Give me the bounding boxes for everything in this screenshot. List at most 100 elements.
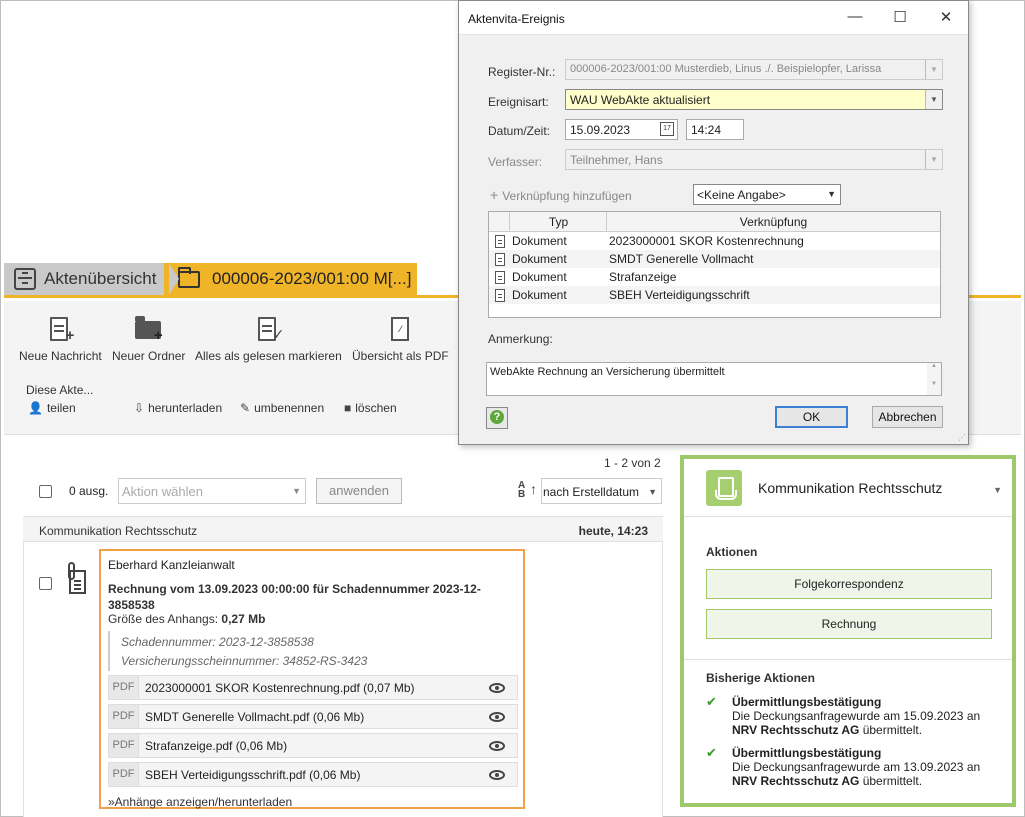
table-row[interactable]: Dokument SBEH Verteidigungsschrift [489, 286, 940, 304]
ereignisart-select[interactable]: WAU WebAkte aktualisiert ▼ [565, 89, 943, 110]
chevron-down-icon[interactable]: ▼ [925, 90, 942, 109]
action-select[interactable]: Aktion wählen ▼ [118, 478, 306, 504]
minimize-icon[interactable]: — [845, 8, 865, 25]
download-label: herunterladen [148, 401, 223, 415]
history-item-org: NRV Rechtsschutz AG [732, 774, 860, 788]
history-item-suffix: übermittelt. [859, 723, 923, 737]
overview-pdf-button[interactable]: ⁄ Übersicht als PDF [352, 315, 449, 363]
column-header-verknuepfung[interactable]: Verknüpfung [607, 215, 940, 229]
eye-icon[interactable] [489, 769, 505, 780]
eye-icon[interactable] [489, 740, 505, 751]
document-icon [495, 271, 505, 284]
history-title: Bisherige Aktionen [706, 671, 815, 685]
mark-read-icon: ✓ [254, 315, 284, 343]
message-checkbox[interactable] [39, 577, 52, 590]
link-type-select[interactable]: <Keine Angabe> ▼ [693, 184, 841, 205]
resize-grip-icon[interactable]: ⋰ [958, 434, 966, 442]
history-item-line: Die Deckungsanfragewurde am 15.09.2023 a… [732, 709, 981, 723]
message-card[interactable]: Eberhard Kanzleianwalt Rechnung vom 13.0… [99, 549, 525, 809]
history-item-line: Die Deckungsanfragewurde am 13.09.2023 a… [732, 760, 981, 774]
table-row[interactable]: Dokument 2023000001 SKOR Kostenrechnung [489, 232, 940, 250]
add-link-label: Verknüpfung hinzufügen [502, 189, 632, 203]
attachment-row[interactable]: PDF 2023000001 SKOR Kostenrechnung.pdf (… [108, 675, 518, 700]
row-typ: Dokument [512, 234, 567, 248]
quote-line: Schadennummer: 2023-12-3858538 [121, 635, 314, 649]
breadcrumb-home[interactable]: Aktenübersicht [4, 263, 169, 295]
group-time: heute, 14:23 [578, 524, 648, 538]
cancel-button[interactable]: Abbrechen [872, 406, 943, 428]
sort-az-icon: AB [518, 480, 526, 500]
register-value: 000006-2023/001:00 Musterdieb, Linus ./.… [570, 63, 882, 75]
dialog-titlebar[interactable]: Aktenvita-Ereignis — ☐ ✕ [459, 1, 968, 34]
dialog-title: Aktenvita-Ereignis [468, 12, 565, 26]
rename-button[interactable]: ✎ umbenennen [240, 401, 324, 415]
breadcrumb-current-akte[interactable]: 000006-2023/001:00 M[...] [164, 263, 417, 295]
delete-label: löschen [355, 401, 397, 415]
document-icon [495, 253, 505, 266]
selected-count: 0 ausg. [69, 484, 109, 498]
chevron-down-icon[interactable]: ▼ [993, 485, 1002, 495]
maximize-icon[interactable]: ☐ [890, 8, 910, 26]
ok-button[interactable]: OK [775, 406, 848, 428]
date-value: 15.09.2023 [570, 123, 631, 137]
register-label: Register-Nr.: [488, 65, 556, 79]
delete-button[interactable]: ■ löschen [344, 401, 397, 415]
date-input[interactable]: 15.09.2023 17 [565, 119, 678, 140]
akte-actions-label: Diese Akte... [26, 383, 94, 397]
chevron-down-icon: ▼ [292, 486, 301, 496]
history-item: ✔ Übermittlungsbestätigung Die Deckungsa… [706, 745, 996, 789]
chevron-down-icon: ▼ [925, 150, 942, 169]
document-icon [495, 289, 505, 302]
row-verknuepfung: 2023000001 SKOR Kostenrechnung [609, 234, 804, 248]
download-icon: ⇩ [134, 401, 145, 415]
new-folder-icon: + [134, 315, 163, 343]
show-attachments-link[interactable]: »Anhänge anzeigen/herunterladen [108, 795, 292, 809]
row-verknuepfung: Strafanzeige [609, 270, 677, 284]
history-item-suffix: übermittelt. [859, 774, 923, 788]
new-folder-button[interactable]: + Neuer Ordner [112, 315, 185, 363]
time-input[interactable]: 14:24 [686, 119, 744, 140]
ereignisart-label: Ereignisart: [488, 95, 549, 109]
sort-select[interactable]: nach Erstelldatum ▼ [541, 478, 662, 504]
new-message-icon: + [46, 315, 74, 343]
history-item-title: Übermittlungsbestätigung [732, 695, 882, 709]
table-row[interactable]: Dokument SMDT Generelle Vollmacht [489, 250, 940, 268]
help-button[interactable] [486, 407, 508, 429]
invoice-button[interactable]: Rechnung [706, 609, 992, 639]
download-button[interactable]: ⇩ herunterladen [134, 401, 222, 415]
select-all-checkbox[interactable] [39, 484, 52, 498]
attachment-row[interactable]: PDF SMDT Generelle Vollmacht.pdf (0,06 M… [108, 704, 518, 729]
panel-header[interactable]: Kommunikation Rechtsschutz ▼ [684, 459, 1012, 517]
message-group-header: Kommunikation Rechtsschutz heute, 14:23 [23, 516, 663, 542]
scrollbar[interactable]: ▲ ▼ [927, 363, 941, 395]
right-panel: Kommunikation Rechtsschutz ▼ Aktionen Fo… [680, 455, 1016, 807]
followup-correspondence-button[interactable]: Folgekorrespondenz [706, 569, 992, 599]
mark-all-read-button[interactable]: ✓ Alles als gelesen markieren [195, 315, 342, 363]
link-type-value: <Keine Angabe> [697, 188, 786, 202]
anmerkung-label: Anmerkung: [488, 332, 553, 346]
check-icon: ✔ [706, 745, 717, 760]
apply-button[interactable]: anwenden [316, 478, 402, 504]
attachment-row[interactable]: PDF Strafanzeige.pdf (0,06 Mb) [108, 733, 518, 758]
chevron-down-icon[interactable]: ▼ [827, 189, 836, 199]
eye-icon[interactable] [489, 682, 505, 693]
close-icon[interactable]: ✕ [936, 8, 956, 26]
new-message-button[interactable]: + Neue Nachricht [19, 315, 102, 363]
sort-arrow-icon: ↑ [530, 481, 537, 497]
calendar-icon[interactable]: 17 [660, 122, 674, 136]
column-header-typ[interactable]: Typ [510, 215, 607, 229]
attachment-size-label: Größe des Anhangs: [108, 612, 222, 626]
dialog-body: Register-Nr.: 000006-2023/001:00 Musterd… [459, 34, 968, 444]
links-table-header: Typ Verknüpfung [489, 212, 940, 232]
message-quote: Schadennummer: 2023-12-3858538 Versicher… [108, 631, 508, 671]
breadcrumb-akte-label: 000006-2023/001:00 M[...] [212, 269, 412, 288]
attachment-name: 2023000001 SKOR Kostenrechnung.pdf (0,07… [145, 680, 415, 695]
new-message-label: Neue Nachricht [19, 349, 102, 363]
eye-icon[interactable] [489, 711, 505, 722]
selection-row: 0 ausg. [39, 478, 108, 504]
anmerkung-textarea[interactable]: WebAkte Rechnung an Versicherung übermit… [486, 362, 942, 396]
attachment-row[interactable]: PDF SBEH Verteidigungsschrift.pdf (0,06 … [108, 762, 518, 787]
attachment-name: Strafanzeige.pdf (0,06 Mb) [145, 738, 288, 753]
table-row[interactable]: Dokument Strafanzeige [489, 268, 940, 286]
share-button[interactable]: 👤 teilen [28, 401, 76, 415]
